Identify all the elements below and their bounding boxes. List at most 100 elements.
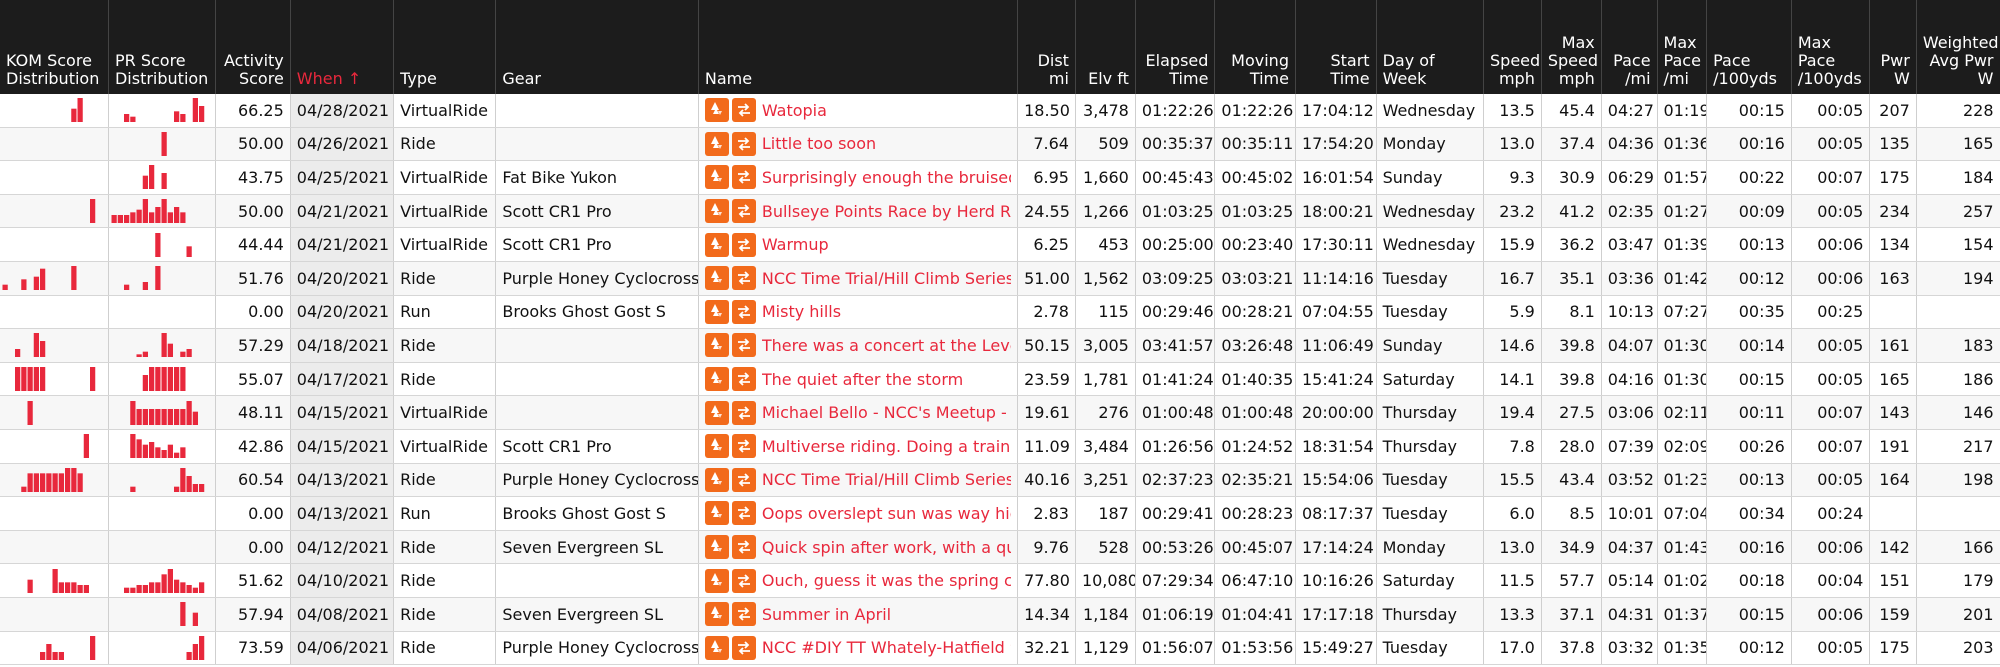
swap-arrows-icon[interactable] (731, 165, 756, 190)
swap-arrows-icon[interactable] (731, 333, 756, 358)
table-row[interactable]: 50.00 04/21/2021 VirtualRide Scott CR1 Pro B… (0, 194, 2000, 229)
activity-name-link[interactable]: Quick spin after work, with a quic (762, 538, 1011, 557)
strava-flame-icon[interactable] (704, 333, 729, 358)
col-dist[interactable]: Dist mi (1017, 0, 1076, 94)
activity-name-link[interactable]: Little too soon (762, 134, 876, 153)
strava-flame-icon[interactable] (704, 602, 729, 627)
col-when-sorted[interactable]: When ↑ (290, 0, 395, 94)
activity-name-link[interactable]: Warmup (762, 235, 829, 254)
swap-arrows-icon[interactable] (731, 98, 756, 123)
activity-name-link[interactable]: Watopia (762, 101, 827, 120)
swap-arrows-icon[interactable] (731, 367, 756, 392)
activity-name-link[interactable]: Summer in April (762, 605, 891, 624)
table-row[interactable]: 51.76 04/20/2021 Ride Purple Honey Cyclocro… (0, 261, 2000, 296)
table-row[interactable]: 0.00 04/12/2021 Ride Seven Evergreen SL Quic… (0, 530, 2000, 565)
weighted-power-cell: 198 (1916, 463, 2000, 498)
table-row[interactable]: 57.94 04/08/2021 Ride Seven Evergreen SL Sum… (0, 597, 2000, 632)
table-row[interactable]: 0.00 04/13/2021 Run Brooks Ghost Gost S Oops… (0, 496, 2000, 531)
swap-arrows-icon[interactable] (731, 400, 756, 425)
strava-flame-icon[interactable] (704, 232, 729, 257)
col-max-pace[interactable]: Max Pace /mi (1657, 0, 1708, 94)
pr-distribution-histogram-chart (111, 199, 186, 224)
table-row[interactable]: 48.11 04/15/2021 VirtualRide Michael Bello … (0, 395, 2000, 430)
strava-flame-icon[interactable] (704, 131, 729, 156)
activity-name-link[interactable]: Misty hills (762, 302, 841, 321)
col-max-pace-100yds[interactable]: Max Pace /100yds (1791, 0, 1871, 94)
pr-distribution-histogram (108, 295, 217, 330)
swap-arrows-icon[interactable] (731, 434, 756, 459)
swap-arrows-icon[interactable] (731, 602, 756, 627)
swap-arrows-icon[interactable] (731, 535, 756, 560)
table-row[interactable]: 42.86 04/15/2021 VirtualRide Scott CR1 Pro M… (0, 429, 2000, 464)
col-weighted-avg-power[interactable]: Weighted Avg Pwr W (1916, 0, 2000, 94)
col-speed[interactable]: Speed mph (1483, 0, 1542, 94)
table-row[interactable]: 57.29 04/18/2021 Ride There was a concert a… (0, 328, 2000, 363)
col-gear[interactable]: Gear (495, 0, 699, 94)
strava-flame-icon[interactable] (704, 467, 729, 492)
col-pace-100yds[interactable]: Pace /100yds (1706, 0, 1792, 94)
activity-name-link[interactable]: Ouch, guess it was the spring clin (762, 571, 1011, 590)
table-row[interactable]: 51.62 04/10/2021 Ride Ouch, guess it was th… (0, 563, 2000, 598)
strava-flame-icon[interactable] (704, 299, 729, 324)
activity-name-link[interactable]: Bullseye Points Race by Herd Rac (762, 202, 1011, 221)
table-row[interactable]: 0.00 04/20/2021 Run Brooks Ghost Gost S Mist… (0, 295, 2000, 330)
table-row[interactable]: 66.25 04/28/2021 VirtualRide Watopia 18.50 3,… (0, 94, 2000, 128)
strava-flame-icon[interactable] (704, 635, 729, 660)
swap-arrows-icon[interactable] (731, 467, 756, 492)
histogram-bar (58, 473, 64, 492)
moving-time-cell: 01:22:26 (1214, 94, 1296, 128)
table-row[interactable]: 44.44 04/21/2021 VirtualRide Scott CR1 Pro W… (0, 227, 2000, 262)
col-start-time[interactable]: Start Time (1295, 0, 1377, 94)
histogram-bar (136, 439, 142, 459)
col-moving-time[interactable]: Moving Time (1214, 0, 1296, 94)
strava-flame-icon[interactable] (704, 367, 729, 392)
gear-cell (495, 395, 699, 430)
histogram-bar (123, 587, 130, 593)
col-elapsed-time[interactable]: Elapsed Time (1135, 0, 1216, 94)
col-pace[interactable]: Pace /mi (1601, 0, 1658, 94)
swap-arrows-icon[interactable] (731, 266, 756, 291)
activity-name-link[interactable]: There was a concert at the Lever (762, 336, 1011, 355)
col-pr-score-distribution[interactable]: PR Score Distribution (108, 0, 217, 94)
col-elv[interactable]: Elv ft (1075, 0, 1136, 94)
when-cell: 04/18/2021 (290, 328, 395, 363)
swap-arrows-icon[interactable] (731, 501, 756, 526)
strava-flame-icon[interactable] (704, 434, 729, 459)
col-activity-score[interactable]: Activity Score (215, 0, 291, 94)
swap-arrows-icon[interactable] (731, 568, 756, 593)
strava-flame-icon[interactable] (704, 199, 729, 224)
strava-flame-icon[interactable] (704, 400, 729, 425)
activity-name-link[interactable]: NCC #DIY TT Whately-Hatfield 9r (762, 638, 1011, 657)
strava-flame-icon[interactable] (704, 165, 729, 190)
activity-name-link[interactable]: The quiet after the storm (762, 370, 963, 389)
max-pace-100yds-cell: 00:05 (1791, 328, 1871, 363)
col-day-of-week[interactable]: Day of Week (1376, 0, 1485, 94)
table-row[interactable]: 60.54 04/13/2021 Ride Purple Honey Cyclocro… (0, 463, 2000, 498)
table-row[interactable]: 50.00 04/26/2021 Ride Little too soon 7.64 50… (0, 127, 2000, 162)
activity-name-link[interactable]: NCC Time Trial/Hill Climb Series - (762, 269, 1011, 288)
col-kom-score-distribution[interactable]: KOM Score Distribution (0, 0, 109, 94)
table-row[interactable]: 73.59 04/06/2021 Ride Purple Honey Cyclocro… (0, 631, 2000, 666)
col-power[interactable]: Pwr W (1869, 0, 1917, 94)
swap-arrows-icon[interactable] (731, 199, 756, 224)
histogram-bar (173, 486, 180, 492)
activity-name-link[interactable]: Multiverse riding. Doing a trainin (762, 437, 1011, 456)
table-row[interactable]: 55.07 04/17/2021 Ride The quiet after the s… (0, 362, 2000, 397)
swap-arrows-icon[interactable] (731, 635, 756, 660)
col-type[interactable]: Type (393, 0, 497, 94)
strava-flame-icon[interactable] (704, 568, 729, 593)
swap-arrows-icon[interactable] (731, 299, 756, 324)
activity-name-link[interactable]: NCC Time Trial/Hill Climb Series - (762, 470, 1011, 489)
activity-name-link[interactable]: Oops overslept sun was way high (762, 504, 1011, 523)
table-row[interactable]: 43.75 04/25/2021 VirtualRide Fat Bike Yukon… (0, 160, 2000, 195)
swap-arrows-icon[interactable] (731, 232, 756, 257)
strava-flame-icon[interactable] (704, 98, 729, 123)
strava-flame-icon[interactable] (704, 535, 729, 560)
swap-arrows-icon[interactable] (731, 131, 756, 156)
col-name[interactable]: Name (698, 0, 1019, 94)
activity-name-link[interactable]: Michael Bello - NCC's Meetup - Cl (762, 403, 1011, 422)
activity-name-link[interactable]: Surprisingly enough the bruised r (762, 168, 1011, 187)
strava-flame-icon[interactable] (704, 266, 729, 291)
col-max-speed[interactable]: Max Speed mph (1541, 0, 1602, 94)
strava-flame-icon[interactable] (704, 501, 729, 526)
